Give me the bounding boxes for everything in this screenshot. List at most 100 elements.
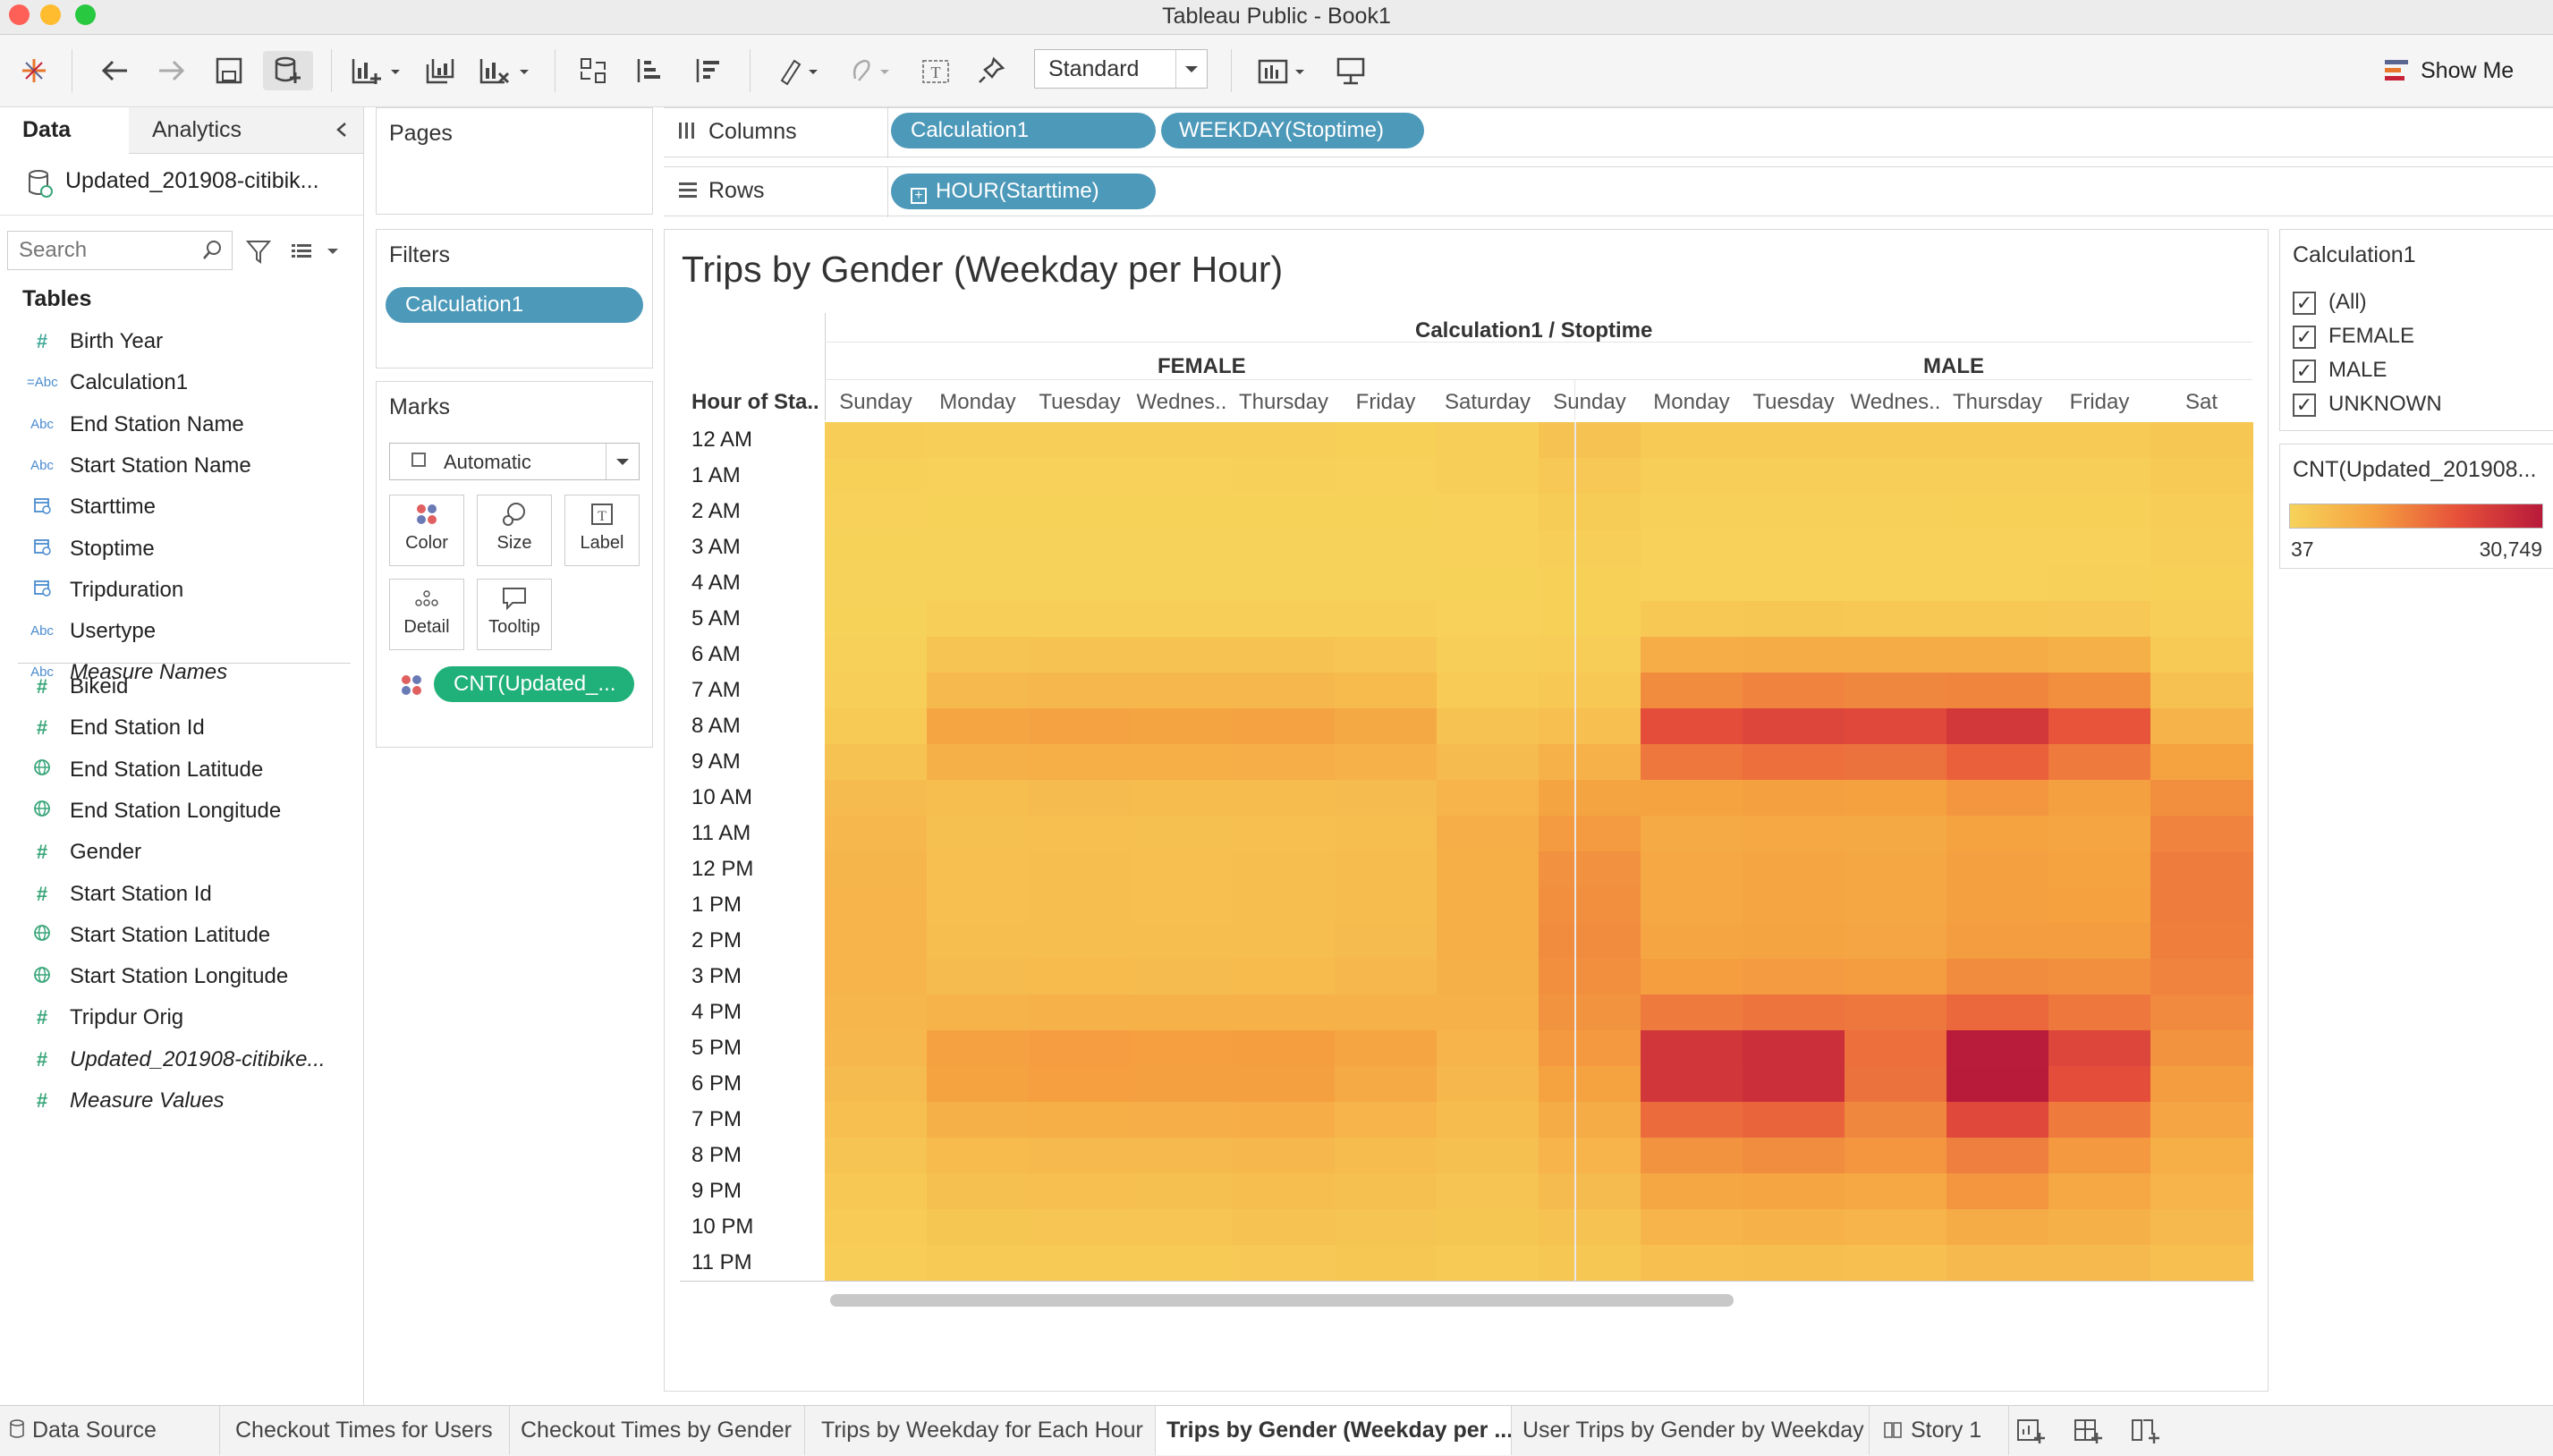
heatmap-cell[interactable] bbox=[2150, 959, 2253, 995]
heatmap-cell[interactable] bbox=[1539, 1102, 1641, 1139]
new-sheet-icon[interactable] bbox=[2014, 1415, 2047, 1452]
heatmap-cell[interactable] bbox=[825, 529, 928, 566]
heatmap-cell[interactable] bbox=[1335, 565, 1438, 602]
heatmap-cell[interactable] bbox=[825, 673, 928, 709]
heatmap-cell[interactable] bbox=[1437, 851, 1539, 888]
heatmap-cell[interactable] bbox=[1131, 1030, 1234, 1067]
heatmap-cell[interactable] bbox=[1131, 959, 1234, 995]
heatmap-cell[interactable] bbox=[1029, 959, 1132, 995]
heatmap-cell[interactable] bbox=[1743, 1066, 1845, 1103]
heatmap-cell[interactable] bbox=[2150, 923, 2253, 960]
heatmap-cell[interactable] bbox=[2150, 816, 2253, 852]
heatmap-cell[interactable] bbox=[1743, 1138, 1845, 1174]
heatmap-cell[interactable] bbox=[2048, 601, 2151, 638]
heatmap-cell[interactable] bbox=[825, 959, 928, 995]
heatmap-cell[interactable] bbox=[1335, 1066, 1438, 1103]
heatmap-cell[interactable] bbox=[1947, 1209, 2049, 1246]
heatmap-cell[interactable] bbox=[1233, 494, 1336, 530]
heatmap-cell[interactable] bbox=[1029, 601, 1132, 638]
heatmap-cell[interactable] bbox=[1947, 565, 2049, 602]
heatmap-cell[interactable] bbox=[1233, 422, 1336, 459]
heatmap-cell[interactable] bbox=[2150, 780, 2253, 817]
heatmap-cell[interactable] bbox=[1845, 708, 1947, 745]
heatmap-cell[interactable] bbox=[1335, 529, 1438, 566]
heatmap-cell[interactable] bbox=[1947, 851, 2049, 888]
heatmap-cell[interactable] bbox=[1947, 1066, 2049, 1103]
field-measure-values[interactable]: # Measure Values bbox=[27, 1085, 225, 1117]
field-tripduration[interactable]: Tripduration bbox=[27, 574, 183, 606]
mark-pill-count[interactable]: CNT(Updated_... bbox=[434, 666, 634, 702]
row-label[interactable]: 1 AM bbox=[691, 463, 741, 488]
heatmap-cell[interactable] bbox=[1641, 851, 1743, 888]
search-input[interactable] bbox=[8, 232, 199, 269]
heatmap-cell[interactable] bbox=[1335, 1030, 1438, 1067]
mark-type-dropdown[interactable]: Automatic bbox=[389, 443, 640, 480]
heatmap-cell[interactable] bbox=[927, 1209, 1030, 1246]
heatmap-cell[interactable] bbox=[1947, 780, 2049, 817]
heatmap-cell[interactable] bbox=[1131, 673, 1234, 709]
heatmap-cell[interactable] bbox=[1845, 816, 1947, 852]
heatmap-cell[interactable] bbox=[825, 458, 928, 495]
heatmap-cell[interactable] bbox=[2048, 1030, 2151, 1067]
heatmap-cell[interactable] bbox=[927, 887, 1030, 924]
heatmap-cell[interactable] bbox=[1845, 1245, 1947, 1282]
heatmap-cell[interactable] bbox=[1029, 923, 1132, 960]
horizontal-scrollbar[interactable] bbox=[825, 1290, 2256, 1308]
heatmap-cell[interactable] bbox=[2150, 494, 2253, 530]
field-start-station-name[interactable]: Abc Start Station Name bbox=[27, 450, 251, 482]
heatmap-cell[interactable] bbox=[1029, 673, 1132, 709]
duplicate-sheet-icon[interactable] bbox=[420, 51, 460, 90]
heatmap-cell[interactable] bbox=[1335, 1138, 1438, 1174]
heatmap-cell[interactable] bbox=[1233, 959, 1336, 995]
heatmap-cell[interactable] bbox=[927, 1173, 1030, 1210]
new-data-source-icon[interactable] bbox=[263, 51, 313, 90]
heatmap-cell[interactable] bbox=[1641, 1030, 1743, 1067]
field-gender[interactable]: # Gender bbox=[27, 836, 141, 868]
heatmap-cell[interactable] bbox=[825, 887, 928, 924]
heatmap-cell[interactable] bbox=[927, 708, 1030, 745]
heatmap-cell[interactable] bbox=[1539, 708, 1641, 745]
heatmap-cell[interactable] bbox=[1641, 458, 1743, 495]
field-usertype[interactable]: Abc Usertype bbox=[27, 615, 156, 648]
heatmap-cell[interactable] bbox=[1437, 780, 1539, 817]
row-label[interactable]: 11 AM bbox=[691, 821, 751, 846]
heatmap-cell[interactable] bbox=[1743, 673, 1845, 709]
heatmap-cell[interactable] bbox=[927, 1030, 1030, 1067]
heatmap-cell[interactable] bbox=[1437, 637, 1539, 673]
heatmap-cell[interactable] bbox=[1641, 422, 1743, 459]
heatmap-cell[interactable] bbox=[1539, 601, 1641, 638]
heatmap-cell[interactable] bbox=[2048, 673, 2151, 709]
heatmap-cell[interactable] bbox=[1029, 1245, 1132, 1282]
heatmap-cell[interactable] bbox=[1845, 744, 1947, 781]
heatmap-cell[interactable] bbox=[2048, 708, 2151, 745]
heatmap-cell[interactable] bbox=[1437, 708, 1539, 745]
heatmap-cell[interactable] bbox=[2150, 601, 2253, 638]
heatmap-cell[interactable] bbox=[1335, 708, 1438, 745]
heatmap-cell[interactable] bbox=[2150, 995, 2253, 1031]
heatmap-cell[interactable] bbox=[1335, 601, 1438, 638]
heatmap-cell[interactable] bbox=[1947, 923, 2049, 960]
heatmap-cell[interactable] bbox=[1029, 1173, 1132, 1210]
sort-ascending-icon[interactable] bbox=[630, 51, 669, 90]
heatmap-cell[interactable] bbox=[1131, 851, 1234, 888]
heatmap-cell[interactable] bbox=[1845, 1138, 1947, 1174]
column-label[interactable]: Monday bbox=[1641, 390, 1743, 415]
row-label[interactable]: 6 AM bbox=[691, 642, 741, 667]
heatmap-cell[interactable] bbox=[1437, 923, 1539, 960]
field-start-station-longitude[interactable]: Start Station Longitude bbox=[27, 961, 288, 993]
heatmap-cell[interactable] bbox=[1641, 494, 1743, 530]
heatmap-cell[interactable] bbox=[1335, 494, 1438, 530]
heatmap-cell[interactable] bbox=[1845, 673, 1947, 709]
heatmap-cell[interactable] bbox=[1131, 637, 1234, 673]
group-members-icon[interactable] bbox=[844, 51, 898, 90]
heatmap-cell[interactable] bbox=[1131, 923, 1234, 960]
column-label[interactable]: Wednes.. bbox=[1131, 390, 1233, 415]
heatmap-cell[interactable] bbox=[1539, 1030, 1641, 1067]
heatmap-cell[interactable] bbox=[1029, 708, 1132, 745]
heatmap-cell[interactable] bbox=[1335, 887, 1438, 924]
field-birth-year[interactable]: # Birth Year bbox=[27, 326, 163, 358]
heatmap-cell[interactable] bbox=[1131, 1102, 1234, 1139]
heatmap-cell[interactable] bbox=[1437, 744, 1539, 781]
heatmap-cell[interactable] bbox=[1335, 923, 1438, 960]
heatmap-cell[interactable] bbox=[1743, 1030, 1845, 1067]
